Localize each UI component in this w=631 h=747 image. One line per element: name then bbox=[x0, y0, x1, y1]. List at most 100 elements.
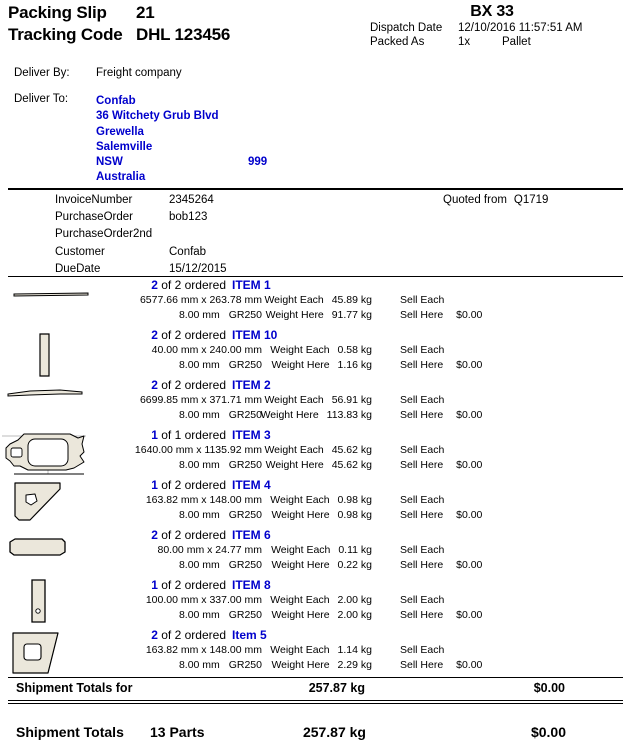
qty-packed: 2 bbox=[151, 278, 158, 292]
weight-here-label: Weight Here bbox=[265, 309, 324, 321]
weight-each-value: 0.11 kg bbox=[338, 544, 372, 556]
qty-packed: 2 bbox=[151, 528, 158, 542]
qty-of-label: of bbox=[161, 478, 172, 492]
qty-ordered-label: ordered bbox=[184, 328, 226, 342]
address-state: NSW bbox=[96, 156, 123, 169]
total-label: Shipment Totals bbox=[16, 724, 124, 740]
weight-here-value: 91.77 kg bbox=[331, 309, 372, 321]
qty-ordered-label: ordered bbox=[184, 578, 226, 592]
sell-each-label: Sell Each bbox=[400, 544, 445, 556]
divider-below-subtotal-1 bbox=[8, 700, 623, 701]
sell-each-label: Sell Each bbox=[400, 344, 445, 356]
item-row: 2 of 2 ordered ITEM 1 6577.66 mm x 263.7… bbox=[0, 278, 631, 328]
item-name: ITEM 3 bbox=[232, 428, 271, 442]
weight-here-label: Weight Here bbox=[271, 359, 330, 371]
sell-each-row: Sell Each bbox=[400, 443, 530, 458]
item-name: ITEM 2 bbox=[232, 378, 271, 392]
weight-each-label: Weight Each bbox=[270, 644, 330, 656]
weight-each-label: Weight Each bbox=[264, 394, 324, 406]
sell-each-label: Sell Each bbox=[400, 294, 445, 306]
qty-ordered: 2 bbox=[174, 628, 182, 642]
sell-here-value: $0.00 bbox=[456, 659, 483, 671]
sell-each-label: Sell Each bbox=[400, 394, 445, 406]
sell-here-label: Sell Here bbox=[400, 309, 444, 321]
dim-length: 163.82 bbox=[145, 494, 178, 506]
subtotal-label: Shipment Totals for bbox=[16, 681, 133, 695]
weight-each-label: Weight Each bbox=[270, 344, 330, 356]
dispatch-date-label: Dispatch Date bbox=[370, 22, 443, 34]
meta-row: Customer Confab bbox=[55, 244, 227, 261]
qty-of-label: of bbox=[161, 278, 172, 292]
meta-value: Confab bbox=[169, 245, 207, 258]
weight-each-label: Weight Each bbox=[270, 494, 330, 506]
sell-each-label: Sell Each bbox=[400, 594, 445, 606]
packing-slip-number: 21 bbox=[136, 3, 155, 22]
weight-each-value: 2.00 kg bbox=[337, 594, 372, 606]
sell-each-row: Sell Each bbox=[400, 293, 530, 308]
packing-slip-row: Packing Slip 21 bbox=[8, 2, 338, 24]
qty-ordered-label: ordered bbox=[184, 528, 226, 542]
deliver-by-label: Deliver By: bbox=[14, 67, 70, 79]
tracking-code-row: Tracking Code DHL 123456 bbox=[8, 24, 338, 46]
sell-each-row: Sell Each bbox=[400, 643, 530, 658]
sell-here-value: $0.00 bbox=[456, 459, 483, 471]
address-state-row: NSW 999 bbox=[96, 155, 267, 170]
deliver-to-label: Deliver To: bbox=[14, 93, 69, 105]
address-postcode: 999 bbox=[248, 156, 268, 169]
weight-each-label: Weight Each bbox=[264, 294, 324, 306]
meta-key: InvoiceNumber bbox=[55, 194, 133, 206]
divider-below-meta bbox=[8, 276, 623, 277]
qty-ordered: 2 bbox=[174, 378, 182, 392]
sell-here-label: Sell Here bbox=[400, 359, 444, 371]
qty-packed: 2 bbox=[151, 378, 158, 392]
weight-each-value: 45.62 kg bbox=[331, 444, 372, 456]
item-list: 2 of 2 ordered ITEM 1 6577.66 mm x 263.7… bbox=[0, 278, 631, 678]
subtotal-price: $0.00 bbox=[533, 681, 565, 695]
deliver-by-row: Deliver By: Freight company bbox=[14, 66, 182, 81]
item-row: 2 of 2 ordered Item 5 163.82 mm x 148.00… bbox=[0, 628, 631, 678]
item-quantity: 1 of 2 ordered bbox=[104, 578, 226, 593]
sell-each-label: Sell Each bbox=[400, 494, 445, 506]
sell-here-value: $0.00 bbox=[456, 309, 483, 321]
packed-as-label: Packed As bbox=[370, 36, 425, 48]
invoice-meta: InvoiceNumber 2345264 PurchaseOrder bob1… bbox=[55, 192, 227, 278]
qty-ordered: 1 bbox=[174, 428, 182, 442]
item-quantity: 2 of 2 ordered bbox=[104, 328, 226, 343]
qty-ordered-label: ordered bbox=[184, 278, 226, 292]
item-quantity: 2 of 2 ordered bbox=[104, 528, 226, 543]
sell-each-label: Sell Each bbox=[400, 644, 445, 656]
weight-here-label: Weight Here bbox=[271, 609, 330, 621]
item-row: 1 of 2 ordered ITEM 4 163.82 mm x 148.00… bbox=[0, 478, 631, 528]
item-row: 1 of 1 ordered ITEM 3 1640.00 mm x 1135.… bbox=[0, 428, 631, 478]
qty-ordered: 2 bbox=[174, 328, 182, 342]
divider-above-meta bbox=[8, 188, 623, 190]
qty-of-label: of bbox=[161, 628, 172, 642]
divider-below-subtotal-2 bbox=[8, 703, 623, 704]
weight-each-row: Weight Each 45.62 kg bbox=[180, 443, 372, 458]
weight-here-value: 2.29 kg bbox=[337, 659, 372, 671]
weight-here-row: Weight Here 0.22 kg bbox=[180, 558, 372, 573]
item-name: ITEM 10 bbox=[232, 328, 278, 342]
qty-of-label: of bbox=[161, 528, 172, 542]
delivery-address: Confab 36 Witchety Grub Blvd Grewella Sa… bbox=[96, 94, 267, 186]
weight-each-row: Weight Each 45.89 kg bbox=[180, 293, 372, 308]
quoted-from: Quoted from Q1719 bbox=[443, 192, 548, 209]
meta-row: PurchaseOrder bob123 bbox=[55, 209, 227, 226]
weight-here-label: Weight Here bbox=[271, 509, 330, 521]
qty-ordered: 2 bbox=[174, 278, 182, 292]
weight-each-row: Weight Each 0.98 kg bbox=[180, 493, 372, 508]
weight-here-label: Weight Here bbox=[260, 409, 319, 421]
sell-here-row: Sell Here $0.00 bbox=[400, 408, 580, 423]
weight-each-value: 0.58 kg bbox=[337, 344, 372, 356]
total-parts: 13 Parts bbox=[150, 724, 205, 740]
sell-here-label: Sell Here bbox=[400, 609, 444, 621]
header-right: BX 33 Dispatch Date 12/10/2016 11:57:51 … bbox=[370, 2, 628, 49]
qty-of-label: of bbox=[161, 428, 172, 442]
weight-each-row: Weight Each 0.58 kg bbox=[180, 343, 372, 358]
qty-packed: 1 bbox=[151, 578, 158, 592]
weight-here-label: Weight Here bbox=[271, 559, 330, 571]
weight-each-row: Weight Each 56.91 kg bbox=[180, 393, 372, 408]
qty-ordered: 2 bbox=[174, 478, 182, 492]
item-name: ITEM 4 bbox=[232, 478, 271, 492]
weight-each-value: 1.14 kg bbox=[337, 644, 372, 656]
